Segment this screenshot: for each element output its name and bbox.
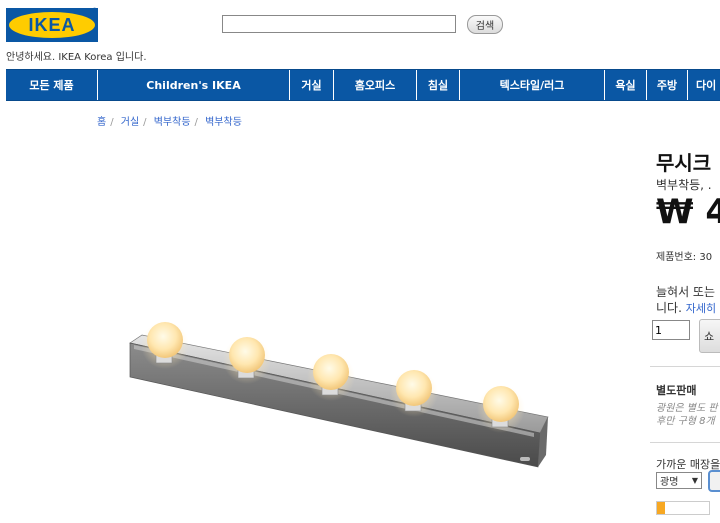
- breadcrumb-wall-lamps[interactable]: 벽부착등: [154, 117, 191, 128]
- store-select-value: 광명: [660, 477, 679, 488]
- separate-sale-note-line-2: 후만 구형 8개: [656, 416, 715, 427]
- main-nav: 모든 제품 Children's IKEA 거실 홈오피스 침실 텍스타일/러그…: [6, 69, 720, 101]
- breadcrumb-home[interactable]: 홈: [97, 117, 106, 128]
- search-input[interactable]: [222, 15, 456, 33]
- breadcrumb-wall-lamps-current[interactable]: 벽부착등: [205, 117, 242, 128]
- nav-item-bedroom[interactable]: 침실: [417, 70, 460, 100]
- ikea-logo[interactable]: IKEA: [6, 8, 98, 42]
- nav-item-kitchen[interactable]: 주방: [647, 70, 688, 100]
- separate-sale-title: 별도판매: [656, 384, 697, 397]
- greeting-text: 안녕하세요. IKEA Korea 입니다.: [6, 52, 147, 63]
- breadcrumb: 홈 / 거실 / 벽부착등 / 벽부착등: [97, 117, 242, 128]
- description-line-2: 니다.: [656, 301, 682, 315]
- quantity-input[interactable]: [652, 320, 690, 340]
- stock-level-fill: [657, 502, 665, 514]
- breadcrumb-living-room[interactable]: 거실: [121, 117, 139, 128]
- nav-item-textiles-rugs[interactable]: 텍스타일/러그: [460, 70, 605, 100]
- nav-item-childrens-ikea[interactable]: Children's IKEA: [98, 70, 290, 100]
- store-check-button[interactable]: [708, 470, 720, 492]
- divider: [650, 442, 720, 443]
- article-number: 제품번호: 30: [656, 252, 713, 263]
- stock-indicator: [656, 501, 710, 515]
- buy-button[interactable]: 쇼: [699, 319, 720, 353]
- search-button[interactable]: 검색: [467, 15, 503, 34]
- nav-item-dining[interactable]: 다이: [688, 70, 720, 100]
- nav-item-home-office[interactable]: 홈오피스: [334, 70, 417, 100]
- store-select[interactable]: 광명 ▼: [656, 472, 702, 489]
- registered-mark: ®: [92, 8, 98, 15]
- product-price: ₩ 4: [656, 192, 720, 232]
- divider: [650, 366, 720, 367]
- logo-text: IKEA: [9, 12, 95, 38]
- nav-item-bathroom[interactable]: 욕실: [605, 70, 647, 100]
- product-description: 늘혀서 또는 니다. 자세히: [656, 284, 716, 317]
- separate-sale-note-line-1: 광원은 별도 판: [656, 403, 718, 414]
- chevron-down-icon: ▼: [691, 476, 698, 485]
- nav-item-living-room[interactable]: 거실: [290, 70, 334, 100]
- separate-sale-note: 광원은 별도 판 후만 구형 8개: [656, 402, 718, 428]
- description-line-1: 늘혀서 또는: [656, 285, 716, 299]
- nav-item-all-products[interactable]: 모든 제품: [6, 70, 98, 100]
- product-image[interactable]: [120, 305, 560, 485]
- product-title: 무시크: [656, 151, 712, 175]
- product-subtitle: 벽부착등, .: [656, 178, 712, 192]
- more-info-link[interactable]: 자세히: [686, 302, 716, 315]
